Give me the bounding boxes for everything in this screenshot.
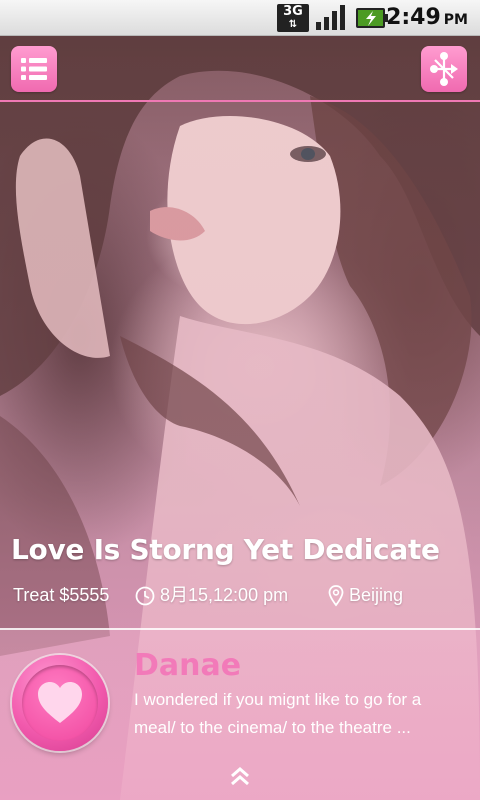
- location-label: Beijing: [349, 585, 404, 605]
- data-arrows-icon: ⇅: [288, 19, 298, 30]
- list-menu-icon: [21, 58, 47, 80]
- clock-ampm: PM: [443, 12, 468, 28]
- event-datetime: 8月15,12:00 pm: [160, 585, 289, 605]
- status-time: 2:49 PM: [386, 3, 468, 33]
- battery-charging-icon: [356, 8, 388, 28]
- network-3g-icon: 3G ⇅: [277, 4, 309, 32]
- event-title: Love Is Storng Yet Dedicate: [11, 533, 440, 566]
- location-pin-icon: [328, 585, 344, 607]
- event-location: Beijing: [328, 582, 403, 608]
- menu-button[interactable]: [11, 46, 57, 92]
- heart-icon: [38, 682, 82, 723]
- share-nodes-icon: [430, 52, 458, 86]
- event-time: 8月15,12:00 pm: [135, 582, 288, 608]
- signal-icon: [316, 5, 345, 30]
- treat-amount: Treat $5555: [13, 585, 110, 605]
- chevron-double-up-icon[interactable]: [228, 764, 252, 788]
- message-text: I wondered if you mignt like to go for a…: [134, 690, 422, 737]
- top-divider: [0, 100, 480, 102]
- like-button[interactable]: [12, 655, 108, 751]
- clock-time: 2:49: [386, 5, 441, 30]
- network-label: 3G: [283, 4, 303, 19]
- share-button[interactable]: [421, 46, 467, 92]
- sender-name: Danae: [134, 648, 242, 683]
- status-bar: 3G ⇅ 2:49 PM: [0, 0, 480, 36]
- clock-icon: [135, 586, 155, 606]
